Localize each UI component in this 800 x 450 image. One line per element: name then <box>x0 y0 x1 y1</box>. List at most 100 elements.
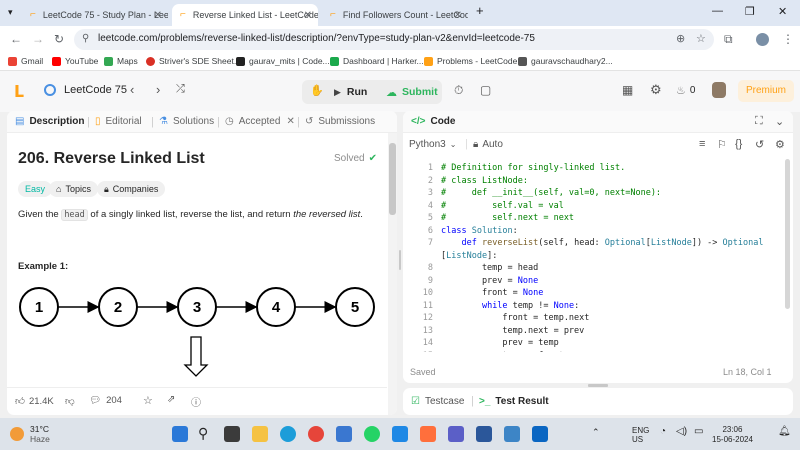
code-line[interactable]: front = temp.next <box>441 312 589 325</box>
thumbs-down-icon[interactable]: 👎︎ <box>65 395 75 407</box>
task-view-icon[interactable] <box>224 426 240 442</box>
search-icon[interactable]: ⚲ <box>198 425 208 442</box>
notification-bell-icon[interactable]: 🔔︎ <box>778 426 791 437</box>
code-line[interactable]: # self.next = next <box>441 212 574 225</box>
tab-description[interactable]: ▤ Description <box>15 116 84 127</box>
code-line[interactable]: prev = None <box>441 275 538 288</box>
scrollbar-thumb[interactable] <box>785 159 790 309</box>
reset-code-icon[interactable]: ↺ <box>755 138 764 151</box>
whatsapp-icon[interactable] <box>364 426 380 442</box>
shuffle-icon[interactable]: ⤮ <box>176 83 185 96</box>
battery-icon[interactable]: ▭ <box>694 426 703 437</box>
store-icon[interactable] <box>336 426 352 442</box>
back-arrow-icon[interactable]: ← <box>10 32 22 46</box>
braces-icon[interactable]: {} <box>735 138 742 150</box>
windows-start-icon[interactable] <box>172 426 188 442</box>
volume-icon[interactable]: ◁) <box>676 426 687 437</box>
code-line[interactable]: # self.val = val <box>441 200 564 213</box>
extensions-icon[interactable]: ⧉ <box>724 32 733 47</box>
maximize-icon[interactable]: ❐ <box>745 5 755 18</box>
close-tab-icon[interactable]: ✕ <box>154 10 162 21</box>
wifi-icon[interactable]: ◔ <box>660 426 666 437</box>
favorite-star-icon[interactable]: ☆ <box>143 394 153 407</box>
bookmark-maps[interactable]: Maps <box>104 56 138 66</box>
tray-chevron-up-icon[interactable]: ⌃ <box>592 427 600 438</box>
code-line[interactable]: def reverseList(self, head: Optional[Lis… <box>441 237 763 250</box>
language-indicator[interactable]: ENG US <box>632 426 649 444</box>
bookmark-youtube[interactable]: YouTube <box>52 56 98 66</box>
language-select[interactable]: Python3 ⌄ <box>409 139 456 150</box>
code-line[interactable]: prev = temp <box>441 337 558 350</box>
code-line[interactable]: temp.next = prev <box>441 325 584 338</box>
vscode-icon[interactable] <box>392 426 408 442</box>
layout-grid-icon[interactable]: ▦ <box>622 83 633 97</box>
bookmark-codechef[interactable]: gaurav_mits | Code... <box>236 56 330 66</box>
teams-icon[interactable] <box>448 426 464 442</box>
bookmark-leetcode[interactable]: Problems - LeetCode <box>424 56 517 66</box>
settings-gear-icon[interactable]: ⚙ <box>650 82 662 98</box>
edge-icon[interactable] <box>280 426 296 442</box>
code-line[interactable]: # class ListNode: <box>441 175 528 188</box>
debug-icon[interactable]: ✋ <box>310 84 324 97</box>
editor-scrollbar[interactable] <box>784 157 791 351</box>
tab-accepted[interactable]: ◷ Accepted ✕ <box>225 116 295 127</box>
topics-chip[interactable]: ⌂ Topics <box>49 181 98 197</box>
file-explorer-icon[interactable] <box>252 426 268 442</box>
bookmark-icon[interactable]: ⚐ <box>717 138 727 151</box>
linkedin-icon[interactable] <box>532 426 548 442</box>
companies-chip[interactable]: 🔒︎ Companies <box>97 181 166 197</box>
code-line[interactable]: # Definition for singly-linked list. <box>441 162 625 175</box>
tab-testcase[interactable]: ☑ Testcase <box>411 396 464 407</box>
like-button[interactable]: 👍︎ 21.4K <box>15 395 54 408</box>
bookmark-gmail[interactable]: Gmail <box>8 56 43 66</box>
timer-icon[interactable]: ⏱ <box>454 83 463 98</box>
clock[interactable]: 23:06 15-06-2024 <box>712 425 753 445</box>
tab-test-result[interactable]: >_ Test Result <box>479 396 549 407</box>
code-line[interactable]: front = None <box>441 287 543 300</box>
close-tab-icon[interactable]: ✕ <box>454 10 462 21</box>
collapse-panel-icon[interactable]: ⌄ <box>775 115 784 128</box>
submit-button[interactable]: ☁ Submit <box>386 81 438 103</box>
bookmark-striver[interactable]: Striver's SDE Sheet... <box>146 56 241 66</box>
minimize-icon[interactable]: — <box>712 5 723 17</box>
code-line[interactable]: # def __init__(self, val=0, next=None): <box>441 187 661 200</box>
weather-widget[interactable]: 31°C Haze <box>10 424 50 444</box>
reload-icon[interactable]: ↻ <box>54 32 64 46</box>
premium-button[interactable]: Premium <box>738 80 794 102</box>
tab-solutions[interactable]: ⚗ Solutions <box>159 116 214 127</box>
description-scrollbar[interactable] <box>388 133 397 415</box>
editor-settings-icon[interactable]: ⚙ <box>775 138 785 151</box>
address-bar[interactable]: ⚲ leetcode.com/problems/reverse-linked-l… <box>74 29 714 50</box>
tab-editorial[interactable]: ▯ Editorial <box>95 116 142 127</box>
notes-icon[interactable]: ▢ <box>480 83 491 97</box>
streak-counter[interactable]: ♨ 0 <box>676 84 695 97</box>
fullscreen-icon[interactable]: ⛶ <box>755 115 763 128</box>
code-line[interactable]: temp = front <box>441 350 563 353</box>
code-editor[interactable]: 1 # Definition for singly-linked list. 2 # … <box>407 162 783 352</box>
close-window-icon[interactable]: ✕ <box>778 5 787 18</box>
close-tab-icon[interactable]: ✕ <box>304 10 312 21</box>
tab-search-icon[interactable]: ▾ <box>8 7 13 18</box>
browser-tab-reverse-linked-list[interactable]: ⌐ Reverse Linked List - LeetCode ✕ <box>172 4 318 26</box>
chrome-icon[interactable] <box>308 426 324 442</box>
panel-splitter-handle[interactable] <box>588 384 608 387</box>
close-tab-icon[interactable]: ✕ <box>286 116 294 127</box>
bookmark-star-icon[interactable]: ☆ <box>696 32 706 45</box>
panel-splitter-handle[interactable] <box>398 250 402 270</box>
profile-avatar[interactable] <box>756 33 769 46</box>
code-line[interactable]: while temp != None: <box>441 300 579 313</box>
bookmark-gfg[interactable]: gauravschaudhary2... <box>518 56 613 66</box>
site-info-icon[interactable]: ⚲ <box>82 33 89 44</box>
autocomplete-mode[interactable]: 🔒︎ Auto <box>473 139 503 150</box>
chrome-menu-icon[interactable]: ⋮ <box>782 32 794 46</box>
prev-question-icon[interactable]: ‹ <box>130 82 134 97</box>
code-line[interactable]: temp = head <box>441 262 538 275</box>
browser-tab-study-plan[interactable]: ⌐ LeetCode 75 - Study Plan - Leet ✕ <box>22 4 168 26</box>
code-line[interactable]: class Solution: <box>441 225 518 238</box>
run-button[interactable]: ▶ Run <box>334 81 367 103</box>
tab-submissions[interactable]: ↺ Submissions <box>305 116 375 127</box>
code-line[interactable]: [ListNode]: <box>441 250 497 263</box>
bookmark-hackerrank[interactable]: Dashboard | Harker... <box>330 56 424 66</box>
zoom-icon[interactable]: ⊕ <box>676 32 685 45</box>
forward-arrow-icon[interactable]: → <box>32 32 44 46</box>
